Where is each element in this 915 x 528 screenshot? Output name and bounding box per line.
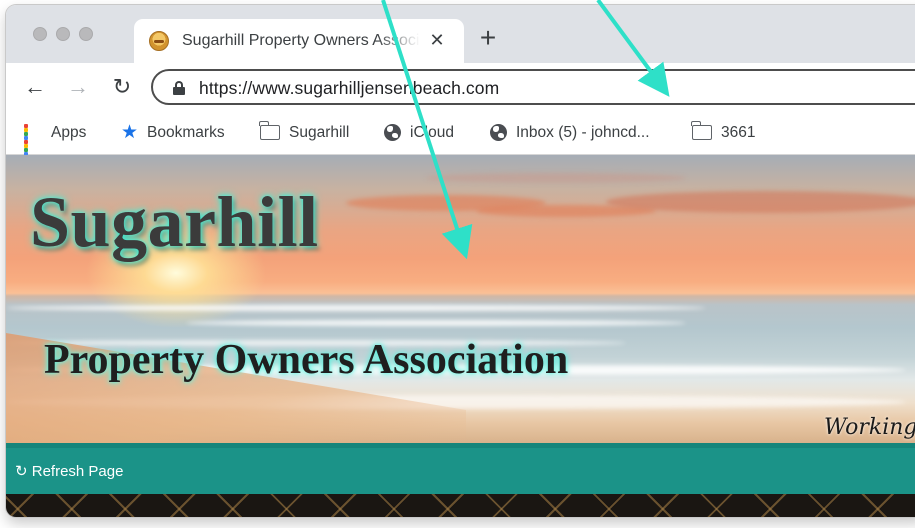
- tab-title: Sugarhill Property Owners Association: [182, 32, 420, 49]
- browser-toolbar: ← → ↻ https://www.sugarhilljensenbeach.c…: [6, 63, 915, 110]
- bookmarks-bar: Apps ★ Bookmarks Sugarhill iCloud Inbox …: [6, 110, 915, 160]
- bookmark-label: iCloud: [410, 123, 454, 141]
- bookmark-bookmarks[interactable]: ★ Bookmarks: [121, 110, 225, 155]
- url-text[interactable]: https://www.sugarhilljensenbeach.com: [199, 78, 499, 99]
- bookmark-sugarhill[interactable]: Sugarhill: [259, 110, 350, 155]
- site-subtitle: Property Owners Association: [44, 337, 569, 383]
- refresh-page-link[interactable]: ↻ Refresh Page: [15, 462, 123, 480]
- close-window-button[interactable]: [33, 27, 47, 41]
- back-button[interactable]: ←: [22, 74, 48, 100]
- tab-sugarhill[interactable]: Sugarhill Property Owners Association ✕: [134, 19, 464, 63]
- bookmark-label: Apps: [51, 123, 87, 141]
- bookmark-label: Sugarhill: [289, 123, 350, 141]
- site-tagline: Working T: [824, 415, 915, 440]
- browser-window: Sugarhill Property Owners Association ✕ …: [6, 5, 915, 517]
- reload-button[interactable]: ↻: [109, 74, 135, 100]
- bookmark-label: 3661: [721, 123, 756, 141]
- star-icon: ★: [121, 122, 139, 143]
- bookmark-apps[interactable]: Apps: [24, 110, 87, 160]
- folder-icon: [259, 121, 280, 140]
- bookmark-icloud[interactable]: iCloud: [384, 110, 454, 155]
- bookmark-label: Inbox (5) - johncd...: [516, 123, 650, 141]
- maximize-window-button[interactable]: [79, 27, 93, 41]
- tab-strip: Sugarhill Property Owners Association ✕ …: [6, 5, 915, 63]
- forward-button[interactable]: →: [65, 74, 91, 100]
- minimize-window-button[interactable]: [56, 27, 70, 41]
- bookmark-3661[interactable]: 3661: [691, 110, 756, 155]
- apps-grid-icon: [24, 123, 42, 160]
- globe-icon: [384, 124, 401, 141]
- lock-icon[interactable]: [173, 81, 185, 95]
- new-tab-button[interactable]: +: [474, 24, 502, 53]
- decorative-pattern: [6, 494, 915, 517]
- refresh-bar: ↻ Refresh Page: [6, 443, 915, 494]
- address-bar[interactable]: https://www.sugarhilljensenbeach.com: [151, 69, 915, 105]
- tab-close-icon[interactable]: ✕: [425, 28, 449, 52]
- bookmark-label: Bookmarks: [147, 123, 225, 141]
- folder-icon: [691, 121, 712, 140]
- bookmark-inbox[interactable]: Inbox (5) - johncd...: [490, 110, 650, 155]
- site-title: Sugarhill: [30, 182, 319, 262]
- globe-icon: [490, 124, 507, 141]
- sugarhill-favicon-icon: [149, 31, 169, 51]
